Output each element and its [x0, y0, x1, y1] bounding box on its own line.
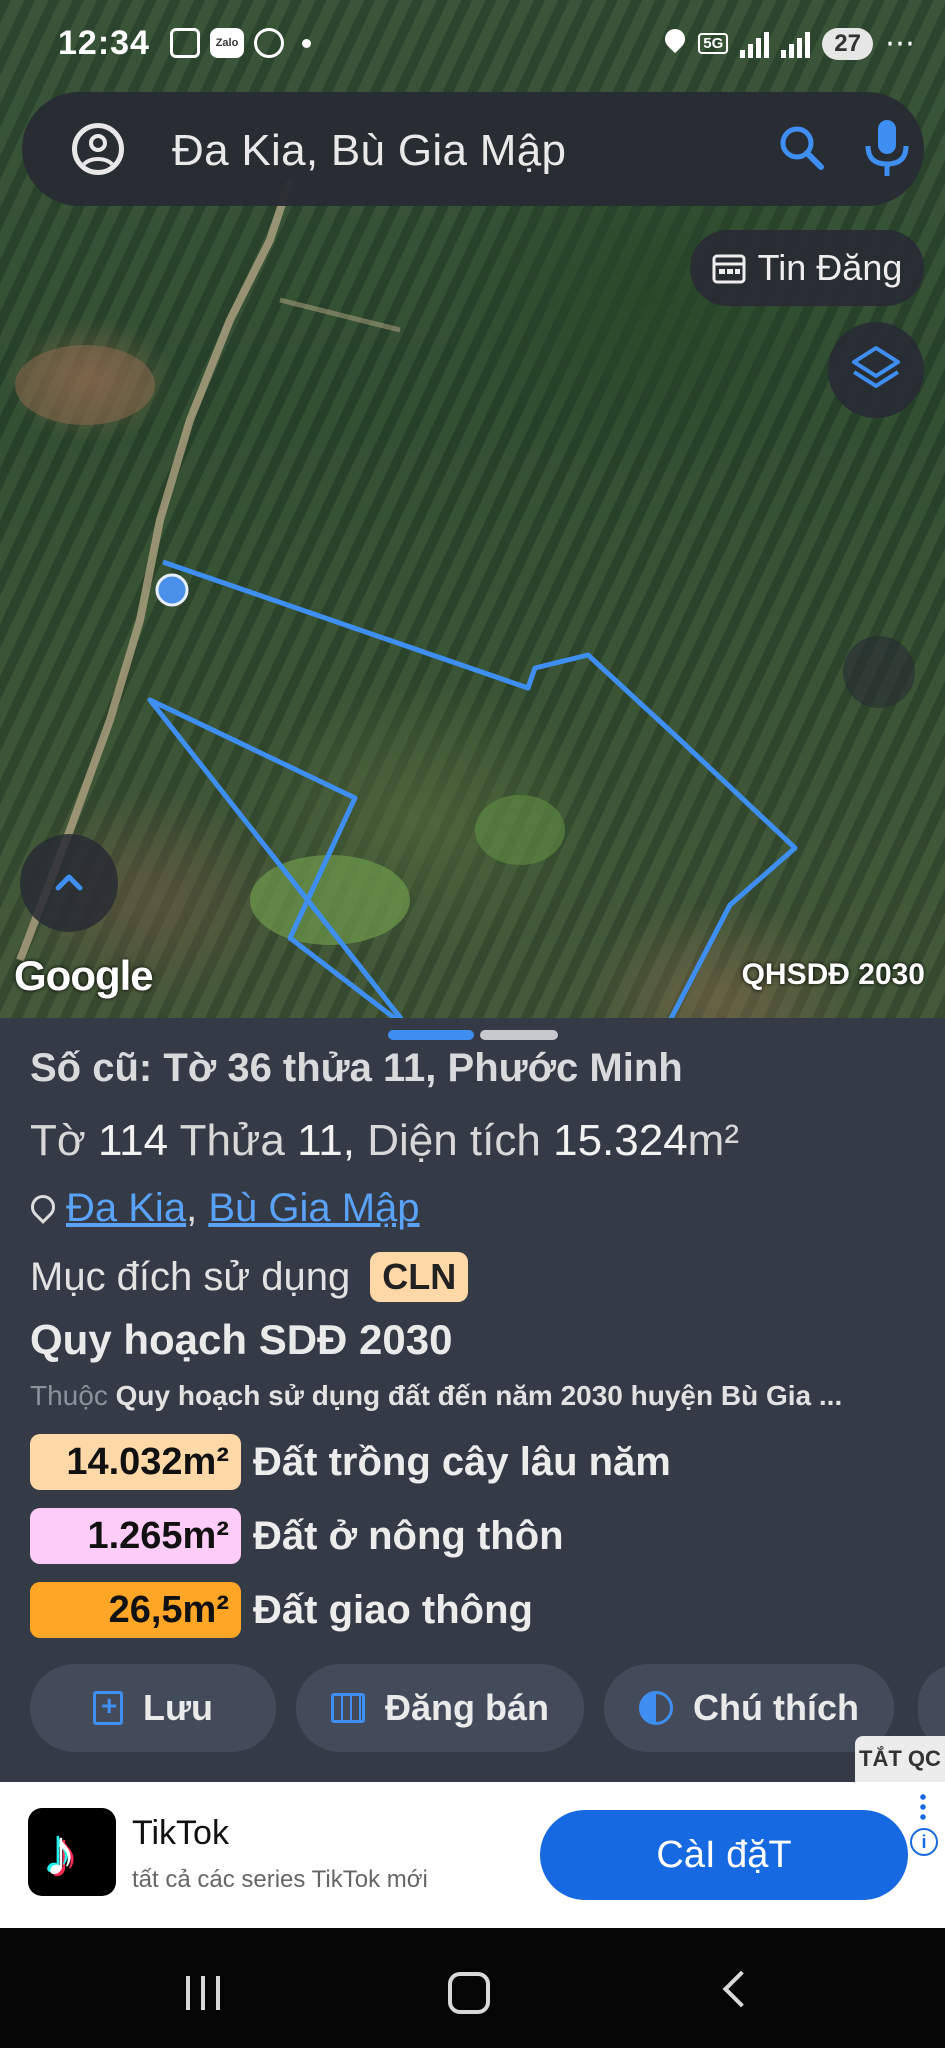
signal-2-icon [781, 30, 811, 58]
old-parcel-number: Số cũ: Tờ 36 thửa 11, Phước Minh [30, 1046, 683, 1090]
battery-indicator: 27 [822, 27, 873, 60]
status-bar: 12:34 Zalo 5G 27 ⋯ [0, 0, 945, 90]
file-plus-icon [92, 1690, 123, 1725]
location-status-icon [664, 29, 686, 59]
legend-button[interactable]: Chú thích [604, 1664, 894, 1752]
area-row-cln: 14.032m² Đất trồng cây lâu năm [30, 1434, 671, 1490]
sheet-handle[interactable] [480, 1030, 558, 1040]
status-time: 12:34 [58, 24, 150, 62]
area-label: Diện tích [367, 1116, 541, 1165]
plan-desc-text: Quy hoạch sử dụng đất đến năm 2030 huyện… [115, 1380, 843, 1411]
area-value-badge: 26,5m² [30, 1582, 241, 1638]
contrast-icon [639, 1691, 673, 1725]
gallery-icon [170, 28, 200, 58]
area-unit: m² [687, 1116, 739, 1165]
thua-label: Thửa [179, 1116, 285, 1165]
account-icon[interactable] [72, 123, 124, 175]
signal-icon [740, 30, 770, 58]
area-row-dgt: 26,5m² Đất giao thông [30, 1582, 533, 1638]
plan-title: Quy hoạch SDĐ 2030 [30, 1316, 453, 1363]
ad-app-name: TikTok [132, 1814, 229, 1852]
home-icon[interactable] [448, 1972, 490, 2014]
zalo-icon: Zalo [210, 28, 244, 58]
action-buttons: Lưu Đăng bán Chú thích [30, 1664, 894, 1752]
status-system-icons: 5G 27 ⋯ [664, 26, 915, 61]
tin-dang-button[interactable]: Tin Đăng [690, 230, 924, 306]
parcel-summary: Tờ 114 Thửa 11, Diện tích 15.324m² [30, 1116, 739, 1166]
sheet-handle-active[interactable] [388, 1030, 474, 1040]
search-bar[interactable]: Đa Kia, Bù Gia Mập [22, 92, 924, 206]
district-link[interactable]: Bù Gia Mập [208, 1186, 419, 1230]
chevron-up-icon [55, 874, 83, 891]
plan-prefix: Thuộc [30, 1380, 108, 1411]
search-icon[interactable] [777, 123, 827, 173]
parcel-outline [147, 559, 798, 1030]
save-button[interactable]: Lưu [30, 1664, 276, 1752]
thua-value: 11, [297, 1116, 355, 1165]
area-row-ont: 1.265m² Đất ở nông thôn [30, 1508, 564, 1564]
location-pin-icon [30, 1195, 52, 1223]
area-value: 15.324 [553, 1116, 688, 1165]
location-dot [155, 573, 189, 607]
calendar-icon [712, 254, 746, 284]
land-use-code-badge[interactable]: CLN [370, 1252, 469, 1302]
legend-label: Chú thích [693, 1687, 859, 1728]
back-icon[interactable] [722, 1970, 760, 2008]
map-side-button[interactable] [843, 636, 915, 708]
search-query[interactable]: Đa Kia, Bù Gia Mập [172, 126, 566, 176]
tin-dang-label: Tin Đăng [757, 247, 903, 288]
area-value-badge: 14.032m² [30, 1434, 241, 1490]
network-5g-icon: 5G [698, 33, 729, 54]
map-plan-tag: QHSDĐ 2030 [741, 958, 925, 991]
area-value-badge: 1.265m² [30, 1508, 241, 1564]
location-row: Đa Kia, Bù Gia Mập [30, 1186, 420, 1231]
recent-apps-icon[interactable] [186, 1976, 226, 2010]
post-sale-button[interactable]: Đăng bán [296, 1664, 584, 1752]
install-button[interactable]: CàI đặT [540, 1810, 908, 1900]
ad-info-icon[interactable]: i [910, 1828, 938, 1856]
area-type-label: Đất ở nông thôn [253, 1513, 564, 1558]
tiktok-logo-icon: ♪ [28, 1808, 116, 1896]
expand-up-button[interactable] [20, 834, 118, 932]
ad-subtitle: tất cả các series TikTok mới [132, 1866, 428, 1893]
land-use-row: Mục đích sử dụng CLN [30, 1252, 469, 1302]
google-logo: Google [14, 952, 154, 999]
map-layers-button[interactable] [828, 322, 924, 418]
area-type-label: Đất giao thông [253, 1587, 533, 1632]
to-value: 114 [97, 1116, 169, 1165]
ad-banner[interactable]: ♪ TikTok tất cả các series TikTok mới Cà… [0, 1782, 945, 1928]
to-label: Tờ [30, 1116, 86, 1165]
save-label: Lưu [142, 1687, 214, 1728]
more-icon: ⋯ [885, 27, 915, 60]
system-nav-bar [0, 1928, 945, 2048]
notification-dot-icon [302, 38, 311, 48]
commune-link[interactable]: Đa Kia [66, 1186, 186, 1230]
location-separator: , [186, 1186, 198, 1230]
chrome-icon [254, 28, 284, 58]
post-sale-label: Đăng bán [384, 1687, 549, 1728]
status-notifications: Zalo [170, 28, 311, 58]
microphone-icon[interactable] [860, 118, 914, 178]
land-use-label: Mục đích sử dụng [30, 1254, 351, 1299]
plan-description: Thuộc Quy hoạch sử dụng đất đến năm 2030… [30, 1380, 930, 1412]
layers-icon [852, 346, 900, 388]
area-type-label: Đất trồng cây lâu năm [253, 1439, 671, 1484]
close-ad-button[interactable]: TẮT QC [855, 1736, 945, 1782]
ad-options-icon[interactable] [920, 1792, 926, 1822]
calendar-icon [330, 1693, 365, 1723]
